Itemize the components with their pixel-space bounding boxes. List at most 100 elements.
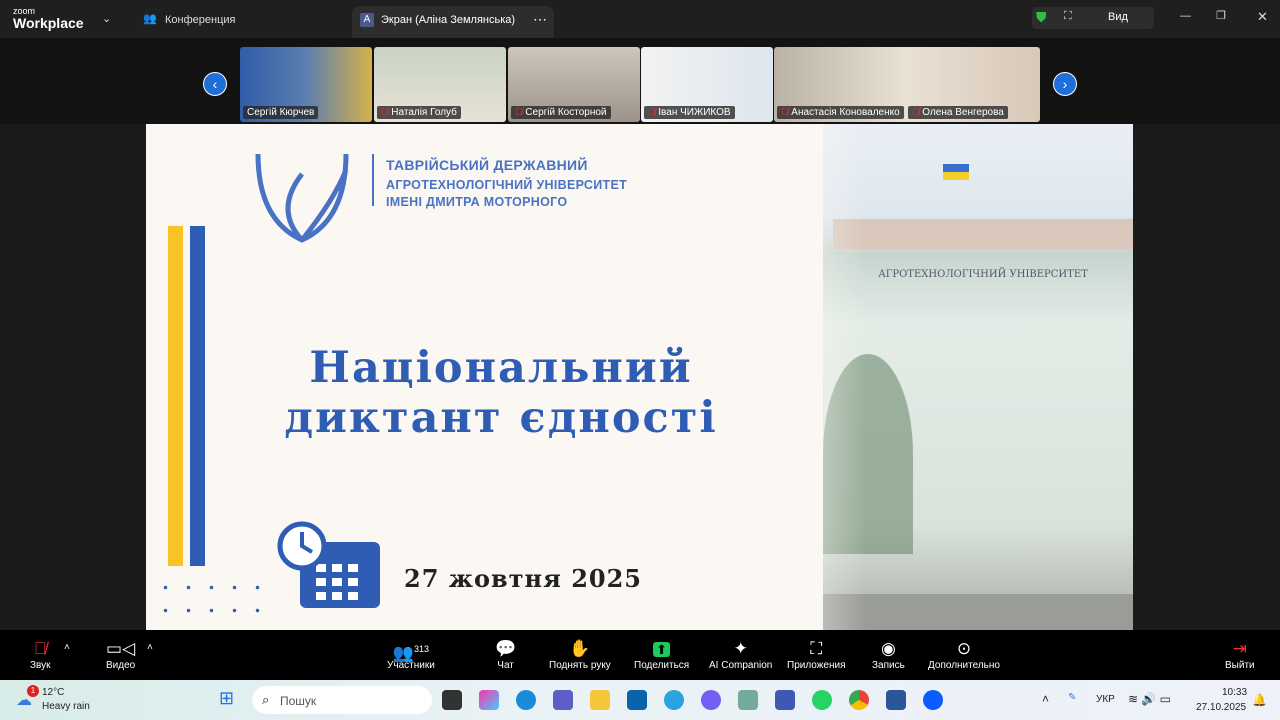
logo-big: Workplace xyxy=(13,15,84,31)
raise-hand-button[interactable]: ✋ Поднять руку xyxy=(549,638,611,671)
label: Запись xyxy=(872,660,905,671)
label: Звук xyxy=(30,660,51,671)
teams-icon[interactable] xyxy=(553,690,573,710)
start-icon[interactable]: ⊞ xyxy=(219,688,234,709)
language-indicator[interactable]: УКР xyxy=(1096,694,1115,705)
participant-tile[interactable]: 🎙̸ Іван ЧИЖИКОВ xyxy=(641,47,773,122)
participant-name: 🎙̸ Наталія Голуб xyxy=(377,106,461,119)
chat-icon: 💬 xyxy=(495,639,517,658)
word-icon[interactable] xyxy=(886,690,906,710)
notification-badge: 1 xyxy=(27,685,39,697)
outlook-icon[interactable] xyxy=(627,690,647,710)
ai-companion-button[interactable]: ✦ AI Companion xyxy=(709,638,772,671)
uni-name-line: АГРОТЕХНОЛОГІЧНИЙ УНІВЕРСИТЕТ xyxy=(386,178,628,192)
apps-icon: ⛶ xyxy=(810,639,823,658)
clock-time[interactable]: 10:33 xyxy=(1222,687,1247,698)
zoom-icon[interactable] xyxy=(923,690,943,710)
chat-button[interactable]: 💬 Чат xyxy=(495,638,516,671)
zoom-logo: zoom Workplace xyxy=(13,7,84,31)
dots-decoration xyxy=(154,576,274,626)
screen-tab-label: Экран (Аліна Землянська) xyxy=(381,14,516,26)
university-building-image: АГРОТЕХНОЛОГІЧНИЙ УНІВЕРСИТЕТ xyxy=(823,124,1133,630)
shield-icon[interactable]: ⛊ xyxy=(1036,9,1047,26)
notifications-icon[interactable]: 🔔 xyxy=(1252,693,1267,707)
title-bar: zoom Workplace ⌄ 👥 Конференция A Экран (А… xyxy=(0,0,1280,38)
search-box[interactable]: ⌕ Пошук xyxy=(252,686,432,714)
slide-title-line1: Національний xyxy=(309,343,693,393)
app-icon[interactable] xyxy=(775,690,795,710)
clock-date[interactable]: 27.10.2025 xyxy=(1196,702,1246,713)
apps-button[interactable]: ⛶ Приложения xyxy=(787,638,846,671)
sparkle-icon: ✦ xyxy=(733,639,748,658)
participant-name: 🎙̸ Анастасія Коноваленко xyxy=(777,106,904,119)
task-view-icon[interactable] xyxy=(442,690,462,710)
edge-icon[interactable] xyxy=(516,690,536,710)
next-page-button[interactable]: › xyxy=(1053,72,1077,96)
more-icon: ⊙ xyxy=(956,639,972,658)
participant-tile[interactable]: 🎙̸ Наталія Голуб xyxy=(374,47,506,122)
search-icon: ⌕ xyxy=(262,692,270,707)
close-icon[interactable]: ✕ xyxy=(1257,9,1268,25)
video-options-chevron[interactable]: ˄ xyxy=(147,642,153,653)
search-placeholder: Пошук xyxy=(280,694,317,708)
viber-icon[interactable] xyxy=(701,690,721,710)
university-logo xyxy=(255,153,349,243)
participant-name: 🎙̸ Олена Венгерова xyxy=(908,106,1008,119)
audio-button[interactable]: 🎙̸ Звук xyxy=(30,638,51,671)
apps-icon[interactable]: ⛶ xyxy=(1064,10,1072,23)
restore-icon[interactable]: ❐ xyxy=(1216,9,1226,22)
audio-options-chevron[interactable]: ˄ xyxy=(64,642,70,653)
wifi-volume-battery-icons[interactable]: ≋ 🔊 ▭ xyxy=(1128,692,1171,706)
pen-icon[interactable]: ✎ xyxy=(1068,692,1076,703)
chatgpt-icon[interactable] xyxy=(738,690,758,710)
share-button[interactable]: ⬆ Поделиться xyxy=(634,638,689,671)
building-sign: АГРОТЕХНОЛОГІЧНИЙ УНІВЕРСИТЕТ xyxy=(878,269,1088,280)
participant-name: 🎙̸ Іван ЧИЖИКОВ xyxy=(644,106,735,119)
chrome-icon[interactable] xyxy=(849,690,869,710)
label: Приложения xyxy=(787,660,846,671)
prev-page-button[interactable]: ‹ xyxy=(203,72,227,96)
whatsapp-icon[interactable] xyxy=(812,690,832,710)
shared-slide: АГРОТЕХНОЛОГІЧНИЙ УНІВЕРСИТЕТ ТАВРІЙСЬКИ… xyxy=(146,124,1133,630)
participant-tile[interactable]: Сергій Кюрчев xyxy=(240,47,372,122)
participant-tile[interactable]: 🎙̸ Анастасія Коноваленко 🎙̸ Олена Венгер… xyxy=(774,47,1040,122)
copilot-icon[interactable] xyxy=(479,690,499,710)
view-button[interactable]: Вид xyxy=(1108,11,1128,23)
file-explorer-icon[interactable] xyxy=(590,690,610,710)
weather-text: Heavy rain xyxy=(42,701,90,712)
screen-share-tab[interactable]: A Экран (Аліна Землянська) ⋯ xyxy=(352,6,554,38)
flag xyxy=(943,164,969,180)
meeting-toolbar: 🎙̸ Звук ˄ ▭◁ Видео ˄ 👥313 Участники 💬 Чат ✋ П… xyxy=(0,630,1280,680)
minimize-icon[interactable]: — xyxy=(1180,10,1191,22)
label: Выйти xyxy=(1225,660,1255,671)
label: AI Companion xyxy=(709,660,773,671)
leave-button[interactable]: ⇥ Выйти xyxy=(1225,638,1255,671)
more-icon[interactable]: ⋯ xyxy=(533,11,547,28)
security-view-group: ⛊ ⛶ Вид xyxy=(1032,7,1154,29)
yellow-stripe xyxy=(168,226,183,566)
chevron-up-icon[interactable]: ˄ xyxy=(1042,692,1049,706)
participant-tile[interactable]: 🎙̸ Сергій Косторной xyxy=(508,47,640,122)
label: Поделиться xyxy=(634,660,690,671)
people-icon: 👥 xyxy=(143,13,157,25)
record-button[interactable]: ◉ Запись xyxy=(872,638,905,671)
image-fade xyxy=(746,124,866,630)
calendar-clock-icon xyxy=(277,521,380,608)
hand-icon: ✋ xyxy=(569,639,591,658)
telegram-icon[interactable] xyxy=(664,690,684,710)
blue-stripe xyxy=(190,226,205,566)
participant-name: Сергій Кюрчев xyxy=(243,106,319,119)
label: Видео xyxy=(106,660,136,671)
label: Чат xyxy=(497,660,514,671)
chevron-down-icon[interactable]: ⌄ xyxy=(102,12,111,25)
video-button[interactable]: ▭◁ Видео xyxy=(106,638,135,671)
label: Дополнительно xyxy=(928,660,1000,671)
participant-name: 🎙̸ Сергій Косторной xyxy=(511,106,611,119)
video-gallery: ‹ Сергій Кюрчев 🎙̸ Наталія Голуб 🎙̸ Серг… xyxy=(0,38,1280,124)
avatar: A xyxy=(360,13,374,27)
label: Участники xyxy=(387,660,435,671)
meeting-tab[interactable]: Конференция xyxy=(165,14,235,26)
participants-button[interactable]: 👥313 Участники xyxy=(387,638,435,671)
more-button[interactable]: ⊙ Дополнительно xyxy=(928,638,1000,671)
windows-taskbar: ☁ 1 12°C Heavy rain ⊞ ⌕ Пошук ˄ ✎ УКР ≋ … xyxy=(0,680,1280,720)
